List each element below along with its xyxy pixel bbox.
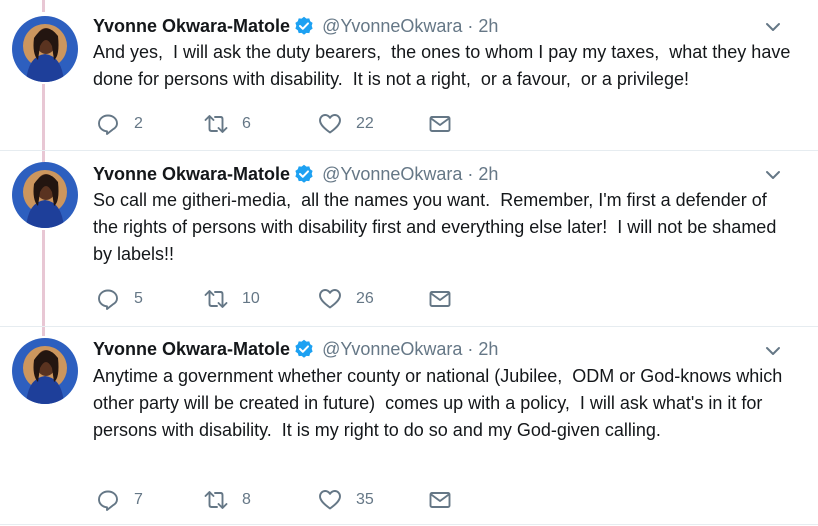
retweet-icon	[204, 290, 228, 308]
author-name[interactable]: Yvonne Okwara-Matole	[93, 164, 290, 185]
reply-icon	[98, 289, 118, 310]
tweet-text: And yes, I will ask the duty bearers, th…	[93, 42, 796, 89]
tweet-header: Yvonne Okwara-Matole @YvonneOkwara · 2h	[93, 336, 498, 362]
tweet[interactable]: Yvonne Okwara-Matole @YvonneOkwara · 2h …	[0, 12, 818, 150]
verified-badge-icon	[294, 339, 314, 359]
tweet-text: So call me githeri-media, all the names …	[93, 190, 782, 264]
tweet-text: Anytime a government whether county or n…	[93, 366, 788, 440]
heart-icon	[319, 490, 341, 510]
retweet-button[interactable]: 6	[204, 112, 251, 136]
like-button[interactable]: 26	[318, 287, 374, 311]
retweet-icon	[204, 491, 228, 509]
heart-icon	[319, 114, 341, 134]
tweet-header: Yvonne Okwara-Matole @YvonneOkwara · 2h	[93, 13, 498, 39]
verified-badge-icon	[294, 16, 314, 36]
separator-dot: ·	[467, 15, 474, 36]
tweet-timestamp[interactable]: 2h	[478, 16, 498, 37]
chevron-down-icon[interactable]	[764, 18, 782, 36]
reply-button[interactable]: 5	[96, 287, 143, 311]
reply-count: 7	[134, 491, 143, 508]
like-count: 26	[356, 290, 374, 307]
direct-message-button[interactable]	[428, 112, 466, 136]
author-name[interactable]: Yvonne Okwara-Matole	[93, 16, 290, 37]
like-count: 22	[356, 115, 374, 132]
tweet-header: Yvonne Okwara-Matole @YvonneOkwara · 2h	[93, 161, 498, 187]
tweet-divider	[0, 524, 818, 525]
heart-icon	[319, 289, 341, 309]
retweet-count: 8	[242, 491, 251, 508]
avatar[interactable]	[12, 162, 78, 228]
envelope-icon	[429, 492, 451, 508]
envelope-icon	[429, 291, 451, 307]
retweet-count: 6	[242, 115, 251, 132]
direct-message-button[interactable]	[428, 287, 466, 311]
like-button[interactable]: 22	[318, 112, 374, 136]
tweet[interactable]: Yvonne Okwara-Matole @YvonneOkwara · 2h …	[0, 336, 818, 524]
tweet-divider	[0, 326, 818, 327]
envelope-icon	[429, 116, 451, 132]
avatar[interactable]	[12, 16, 78, 82]
tweet[interactable]: Yvonne Okwara-Matole @YvonneOkwara · 2h …	[0, 160, 818, 326]
direct-message-button[interactable]	[428, 488, 466, 512]
chevron-down-icon[interactable]	[764, 166, 782, 184]
thread-connector-line	[42, 0, 45, 12]
reply-count: 2	[134, 115, 143, 132]
tweet-timestamp[interactable]: 2h	[478, 164, 498, 185]
reply-icon	[98, 114, 118, 135]
like-button[interactable]: 35	[318, 488, 374, 512]
chevron-down-icon[interactable]	[764, 342, 782, 360]
tweet-divider	[0, 150, 818, 151]
tweet-timestamp[interactable]: 2h	[478, 339, 498, 360]
retweet-button[interactable]: 8	[204, 488, 251, 512]
retweet-icon	[204, 115, 228, 133]
reply-button[interactable]: 7	[96, 488, 143, 512]
verified-badge-icon	[294, 164, 314, 184]
reply-icon	[98, 490, 118, 511]
author-handle[interactable]: @YvonneOkwara	[322, 16, 462, 37]
like-count: 35	[356, 491, 374, 508]
avatar[interactable]	[12, 338, 78, 404]
separator-dot: ·	[467, 163, 474, 184]
reply-button[interactable]: 2	[96, 112, 143, 136]
author-name[interactable]: Yvonne Okwara-Matole	[93, 339, 290, 360]
retweet-count: 10	[242, 290, 260, 307]
separator-dot: ·	[467, 338, 474, 359]
author-handle[interactable]: @YvonneOkwara	[322, 164, 462, 185]
retweet-button[interactable]: 10	[204, 287, 260, 311]
author-handle[interactable]: @YvonneOkwara	[322, 339, 462, 360]
reply-count: 5	[134, 290, 143, 307]
